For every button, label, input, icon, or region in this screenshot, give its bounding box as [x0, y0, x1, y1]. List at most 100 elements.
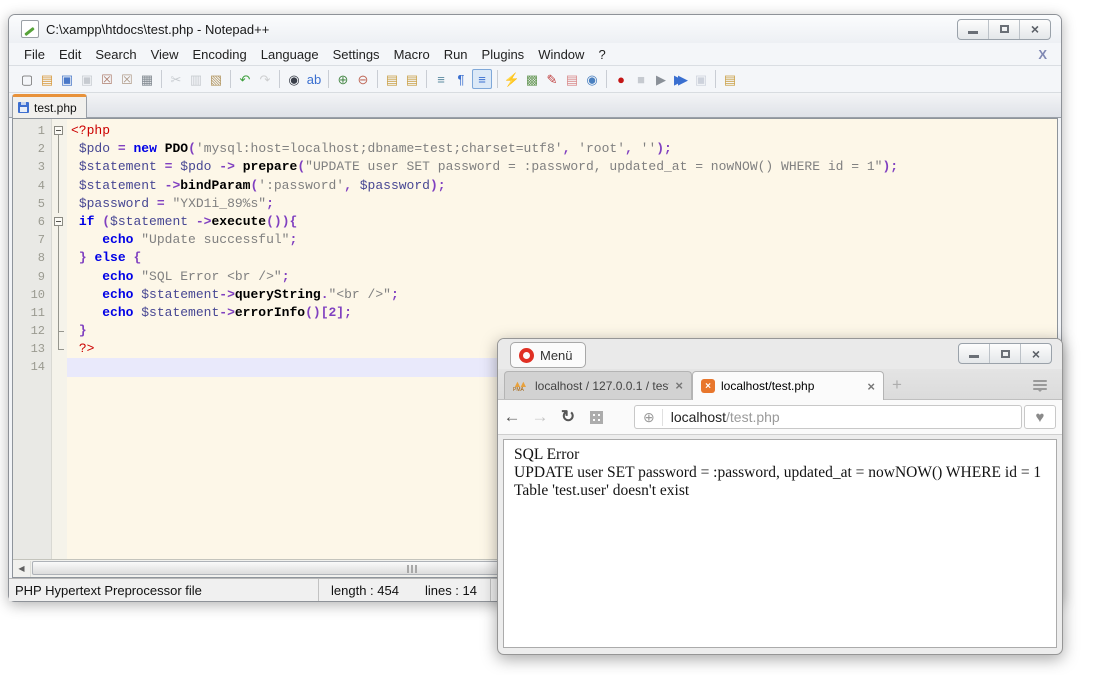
synchronize-horizontal-button[interactable]: ▤: [403, 70, 421, 88]
line-number: 12: [13, 322, 51, 340]
save-file-button[interactable]: ▣: [58, 70, 76, 88]
open-file-button[interactable]: ▤: [38, 70, 56, 88]
code-line-7: 7 echo "Update successful";: [13, 231, 1057, 249]
notepad-toolbar: ▢▤▣▣☒☒▦✂▥▧↶↷◉ab⊕⊖▤▤≡¶≡⚡▩✎▤◉●■▶▶▶▣▤: [9, 66, 1061, 93]
code-line-10: 10 echo $statement->queryString."<br />"…: [13, 286, 1057, 304]
zoom-in-button[interactable]: ⊕: [334, 70, 352, 88]
synchronize-vertical-icon: ▤: [386, 73, 398, 86]
code-text: $password = "YXD1i_89%s";: [67, 195, 1057, 213]
forward-button[interactable]: →: [526, 407, 554, 427]
folder-as-workspace-icon: ▤: [566, 73, 578, 86]
menu-item-language[interactable]: Language: [254, 45, 326, 64]
menu-item-macro[interactable]: Macro: [387, 45, 437, 64]
opera-titlebar[interactable]: Menü ×: [498, 339, 1062, 369]
cut-button[interactable]: ✂: [167, 70, 185, 88]
copy-button[interactable]: ▥: [187, 70, 205, 88]
save-all-button[interactable]: ▣: [78, 70, 96, 88]
fold-margin: [51, 340, 67, 358]
tab-label: test.php: [34, 101, 77, 115]
edit-popup-button[interactable]: ✎: [543, 70, 561, 88]
menu-item-help[interactable]: ?: [591, 45, 612, 64]
menu-item-file[interactable]: File: [17, 45, 52, 64]
minimize-icon: [968, 31, 978, 34]
menu-item-edit[interactable]: Edit: [52, 45, 88, 64]
tab-close-icon[interactable]: ×: [675, 378, 683, 393]
fold-margin[interactable]: [51, 122, 67, 140]
reload-icon: ↻: [561, 407, 575, 426]
close-all-button[interactable]: ☒: [118, 70, 136, 88]
macro-run-multiple-button[interactable]: ▶▶: [672, 70, 690, 88]
bookmark-button[interactable]: ♥: [1024, 405, 1056, 429]
indent-guide-icon: ≡: [478, 73, 486, 86]
new-tab-button[interactable]: +: [892, 375, 902, 395]
browser-tab-1[interactable]: ▲▲localhost / 127.0.0.1 / test×: [504, 371, 692, 399]
maximize-button[interactable]: [990, 344, 1021, 363]
speed-dial-icon[interactable]: [590, 411, 603, 424]
browser-page-content: SQL ErrorUPDATE user SET password = :pas…: [503, 439, 1057, 648]
paste-button[interactable]: ▧: [207, 70, 225, 88]
macro-play-button[interactable]: ▶: [652, 70, 670, 88]
word-wrap-button[interactable]: ≡: [432, 70, 450, 88]
fold-margin: [51, 177, 67, 195]
close-file-button[interactable]: ☒: [98, 70, 116, 88]
show-all-characters-button[interactable]: ¶: [452, 70, 470, 88]
tab-test-php[interactable]: test.php: [12, 94, 87, 118]
menu-item-encoding[interactable]: Encoding: [186, 45, 254, 64]
document-map-button[interactable]: ▩: [523, 70, 541, 88]
back-button[interactable]: ←: [498, 407, 526, 427]
menu-item-settings[interactable]: Settings: [326, 45, 387, 64]
minimize-button[interactable]: [959, 344, 990, 363]
line-number: 1: [13, 122, 51, 140]
notepad-menubar: FileEditSearchViewEncodingLanguageSettin…: [9, 43, 1061, 66]
menu-item-search[interactable]: Search: [88, 45, 143, 64]
reload-button[interactable]: ↻: [554, 407, 582, 427]
cut-icon: ✂: [171, 73, 182, 86]
zoom-out-button[interactable]: ⊖: [354, 70, 372, 88]
macro-record-button[interactable]: ●: [612, 70, 630, 88]
scroll-left-button[interactable]: ◀: [13, 561, 31, 577]
menu-item-run[interactable]: Run: [437, 45, 475, 64]
url-host: localhost: [671, 409, 726, 425]
word-wrap-icon: ≡: [437, 73, 445, 86]
replace-button[interactable]: ab: [305, 70, 323, 88]
opera-menu-button[interactable]: Menü: [510, 342, 586, 368]
fold-margin[interactable]: [51, 213, 67, 231]
folder-as-workspace-button[interactable]: ▤: [563, 70, 581, 88]
fold-margin: [51, 268, 67, 286]
find-button[interactable]: ◉: [285, 70, 303, 88]
toolbar-group: ↶↷: [231, 70, 280, 88]
maximize-button[interactable]: [989, 20, 1020, 39]
menu-item-plugins[interactable]: Plugins: [475, 45, 532, 64]
menubar-close-button[interactable]: X: [1038, 47, 1053, 62]
new-file-button[interactable]: ▢: [18, 70, 36, 88]
file-monitoring-button[interactable]: ◉: [583, 70, 601, 88]
function-list-button[interactable]: ⚡: [503, 70, 521, 88]
tab-close-icon[interactable]: ×: [867, 379, 875, 394]
synchronize-vertical-button[interactable]: ▤: [383, 70, 401, 88]
macro-save-button[interactable]: ▣: [692, 70, 710, 88]
page-text-line: SQL Error: [514, 446, 1046, 464]
tab-menu-icon[interactable]: [1032, 379, 1048, 393]
close-button[interactable]: ×: [1021, 344, 1051, 363]
redo-button[interactable]: ↷: [256, 70, 274, 88]
macro-stop-button[interactable]: ■: [632, 70, 650, 88]
print-button[interactable]: ▦: [138, 70, 156, 88]
line-number: 10: [13, 286, 51, 304]
opera-window: Menü × ▲▲localhost / 127.0.0.1 / test××l…: [497, 338, 1063, 655]
notepad-titlebar[interactable]: C:\xampp\htdocs\test.php - Notepad++ ×: [9, 15, 1061, 43]
code-line-1: 1<?php: [13, 122, 1057, 140]
open-containing-folder-button[interactable]: ▤: [721, 70, 739, 88]
toolbar-group: ≡ ¶ ≡: [427, 70, 498, 88]
close-all-icon: ☒: [121, 73, 133, 86]
menu-item-view[interactable]: View: [144, 45, 186, 64]
indent-guide-button[interactable]: ≡: [472, 69, 492, 89]
line-number: 11: [13, 304, 51, 322]
close-button[interactable]: ×: [1020, 20, 1050, 39]
url-field[interactable]: ⊕ localhost/test.php: [634, 405, 1022, 429]
undo-button[interactable]: ↶: [236, 70, 254, 88]
minimize-button[interactable]: [958, 20, 989, 39]
menu-item-window[interactable]: Window: [531, 45, 591, 64]
show-all-characters-icon: ¶: [458, 73, 465, 86]
code-text: if ($statement ->execute()){: [67, 213, 1057, 231]
browser-tab-2[interactable]: ×localhost/test.php×: [692, 371, 884, 400]
